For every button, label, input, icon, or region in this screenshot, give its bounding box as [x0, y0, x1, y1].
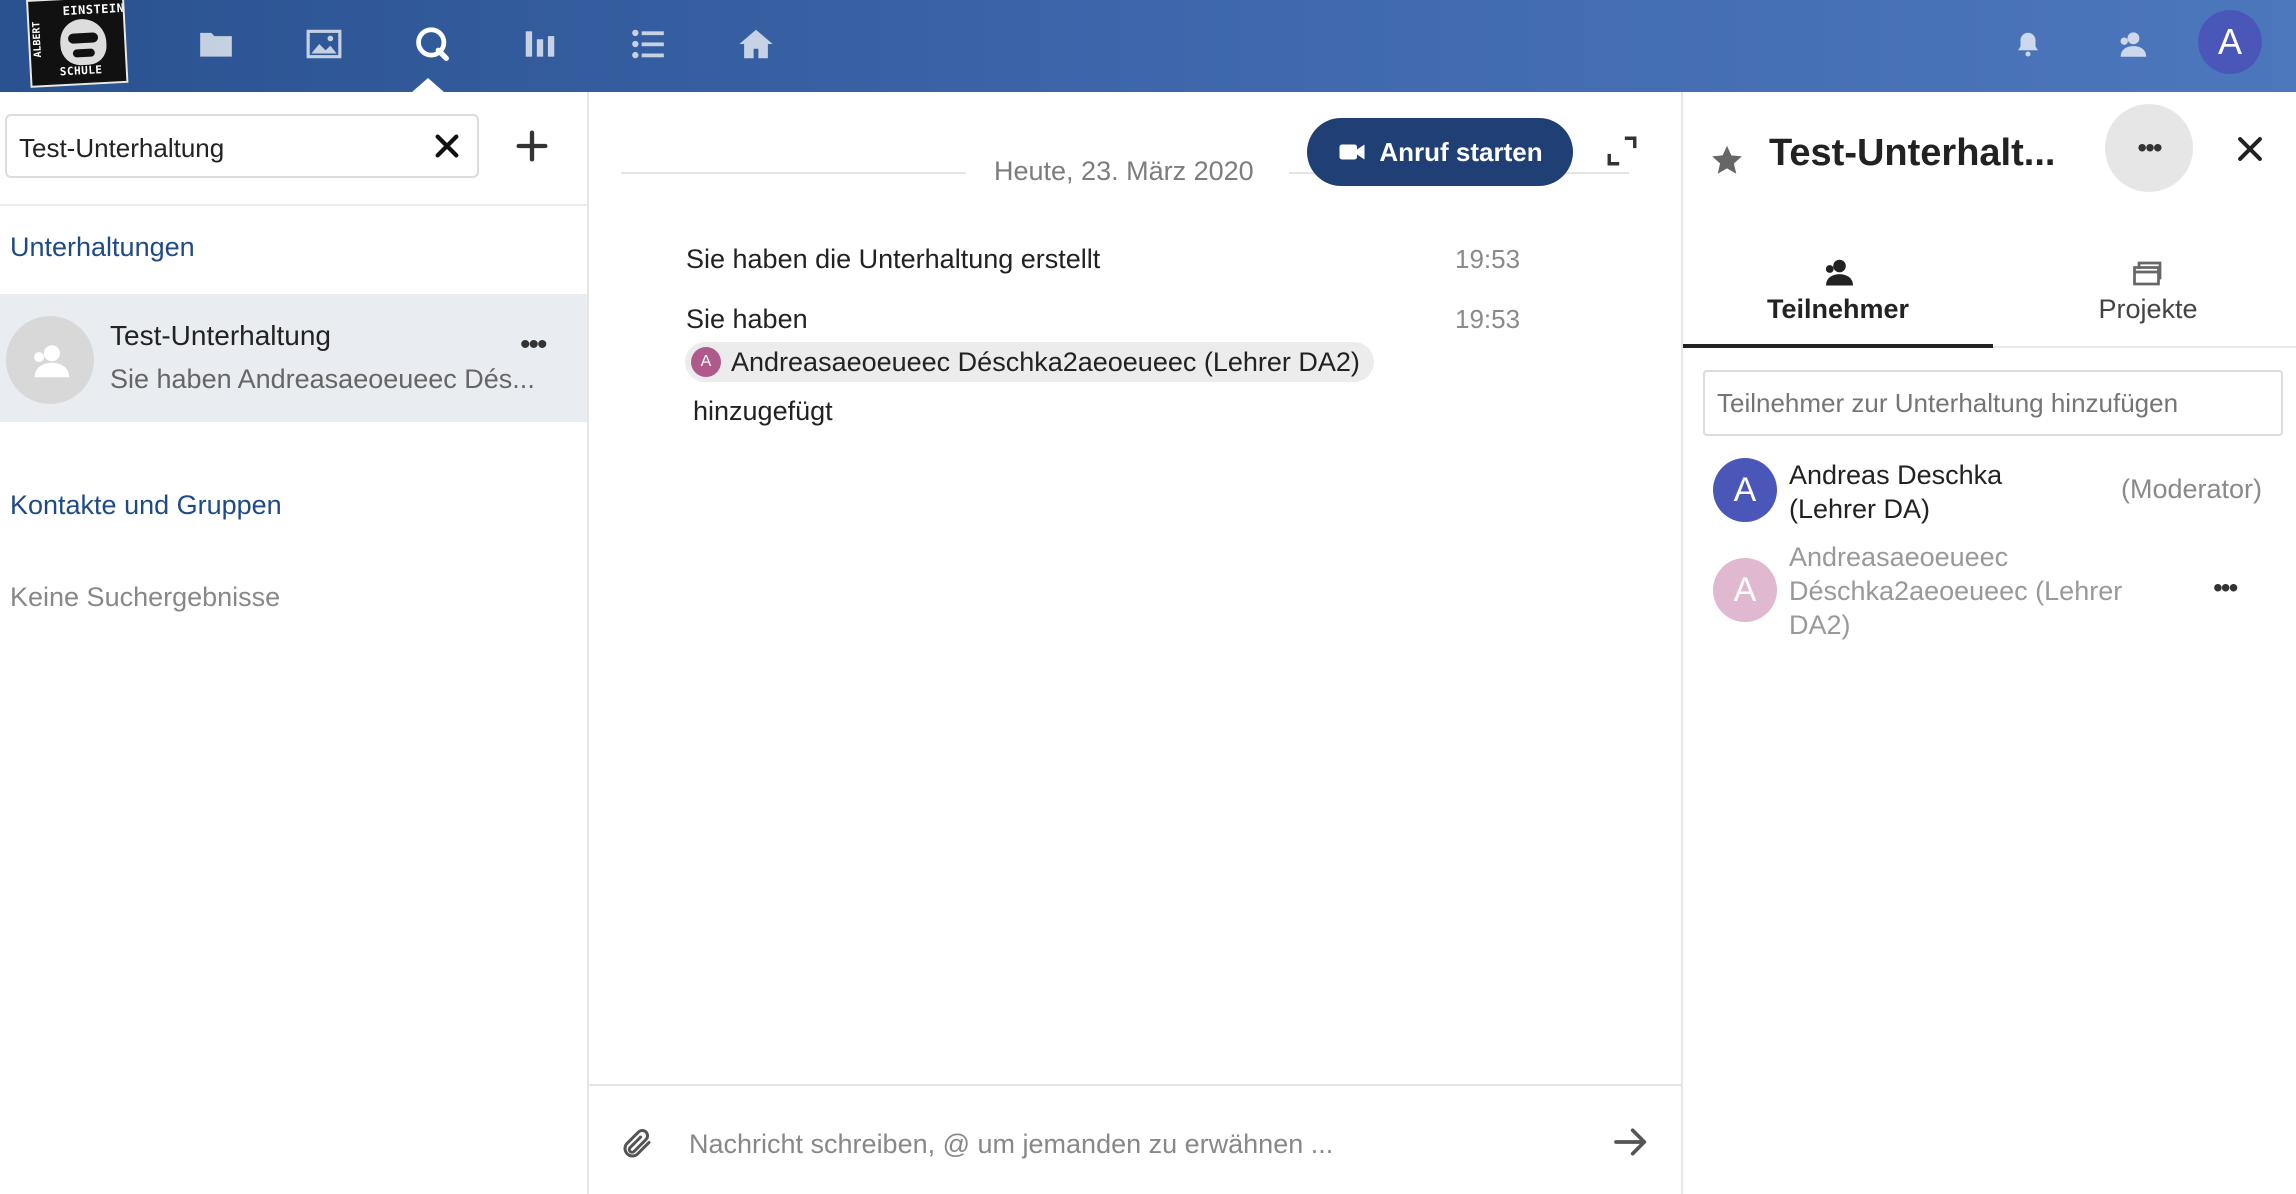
clear-search-close-icon[interactable]: [431, 130, 463, 162]
participant-avatar[interactable]: A: [1713, 458, 1777, 522]
logo-portrait-icon: [59, 17, 108, 67]
tab-participants[interactable]: Teilnehmer: [1683, 254, 1993, 342]
image-icon: [306, 29, 342, 59]
date-separator-left-line: [621, 172, 966, 174]
list-icon: [632, 29, 664, 59]
folder-icon: [200, 32, 232, 57]
nav-active-indicator: [412, 78, 444, 92]
nav-activity-bar-chart-icon[interactable]: [518, 22, 562, 66]
mention-avatar: A: [691, 347, 721, 377]
participant-avatar-letter: A: [1733, 470, 1757, 509]
add-participant-input[interactable]: [1703, 370, 2283, 436]
message-text-before: Sie haben: [686, 304, 808, 334]
tab-projects[interactable]: Projekte: [1993, 254, 2296, 342]
video-camera-icon: [1339, 144, 1365, 160]
date-separator-label: Heute, 23. März 2020: [994, 156, 1254, 186]
search-input-value: Test-Unterhaltung: [19, 133, 225, 163]
conversation-avatar: [6, 316, 94, 404]
close-sidebar-close-icon[interactable]: [2233, 132, 2267, 166]
message-text-after: hinzugefügt: [693, 396, 833, 426]
notifications-bell-icon[interactable]: [2008, 24, 2048, 64]
message-text: Sie haben die Unterhaltung erstellt: [686, 244, 1101, 274]
new-conversation-plus-icon[interactable]: [512, 126, 552, 166]
top-header: EINSTEIN ALBERT SCHULE A: [0, 0, 2296, 92]
tab-projects-label: Projekte: [2098, 294, 2198, 324]
bell-icon: [2018, 32, 2038, 57]
start-call-button[interactable]: Anruf starten: [1307, 118, 1573, 186]
search-icon: [416, 27, 449, 61]
conversation-actions-more-icon[interactable]: •••: [2105, 104, 2193, 192]
composer-divider: [589, 1084, 1681, 1086]
conversation-name-title[interactable]: Test-Unterhalt...: [1769, 132, 2055, 175]
nav-files-folder-icon[interactable]: [194, 22, 238, 66]
start-call-label: Anruf starten: [1379, 136, 1543, 167]
participant-avatar[interactable]: A: [1713, 558, 1777, 622]
nav-tasks-list-icon[interactable]: [626, 22, 670, 66]
bar-chart-icon: [525, 31, 555, 57]
nav-home-icon[interactable]: [734, 22, 778, 66]
conversation-title: Test-Unterhaltung: [110, 320, 332, 351]
conversations-section-title: Unterhaltungen: [10, 232, 195, 262]
user-avatar[interactable]: A: [2198, 10, 2262, 74]
message-composer-input[interactable]: Nachricht schreiben, @ um jemanden zu er…: [689, 1122, 1549, 1166]
projects-icon: [2133, 261, 2162, 286]
mention-name: Andreasaeoeueec Déschka2aeoeueec (Lehrer…: [731, 346, 1360, 377]
conversation-last-message: Sie haben Andreasaeoeueec Dés...: [110, 364, 535, 394]
contacts-menu-icon[interactable]: [2110, 24, 2154, 64]
conversation-details-sidebar: Test-Unterhalt... ••• Teilnehmer Projekt…: [1681, 92, 2296, 1194]
conversation-search-input[interactable]: Test-Unterhaltung: [5, 114, 479, 178]
user-avatar-letter: A: [2217, 21, 2242, 62]
logo-bottom-text: SCHULE: [59, 63, 103, 79]
search-divider: [0, 204, 587, 206]
fullscreen-expand-icon[interactable]: [1605, 134, 1639, 168]
participants-icon: [1825, 259, 1853, 286]
logo-top-text: EINSTEIN: [62, 0, 125, 19]
conversation-item-test-unterhaltung[interactable]: Test-Unterhaltung Sie haben Andreasaeoeu…: [0, 294, 587, 422]
message-time: 19:53: [1455, 244, 1521, 274]
home-icon: [739, 29, 773, 59]
send-arrow-icon[interactable]: [1611, 1122, 1651, 1162]
tab-participants-label: Teilnehmer: [1766, 294, 1910, 324]
contacts-section-title: Kontakte und Gruppen: [10, 490, 282, 520]
participant-more-menu-icon[interactable]: •••: [2213, 572, 2238, 604]
user-mention-chip[interactable]: A Andreasaeoeueec Déschka2aeoeueec (Lehr…: [685, 342, 1374, 382]
nav-talk-search-icon[interactable]: [410, 22, 454, 66]
participant-avatar-letter: A: [1733, 570, 1757, 609]
chat-panel: Heute, 23. März 2020 Anruf starten Sie h…: [589, 92, 1681, 1194]
group-avatar-icon: [34, 345, 70, 378]
attachment-paperclip-icon[interactable]: [619, 1126, 655, 1162]
conversation-more-menu-icon[interactable]: •••: [520, 328, 547, 362]
message-time: 19:53: [1455, 304, 1521, 334]
logo-side-text: ALBERT: [31, 21, 45, 58]
no-search-results-text: Keine Suchergebnisse: [10, 582, 281, 612]
active-tab-underline: [1683, 344, 1993, 348]
favorite-star-icon[interactable]: [1709, 142, 1745, 178]
participant-name[interactable]: Andreasaeoeueec Déschka2aeoeueec (Lehrer…: [1789, 540, 2169, 642]
participant-name[interactable]: Andreas Deschka (Lehrer DA): [1789, 458, 2039, 526]
nav-photos-image-icon[interactable]: [302, 22, 346, 66]
conversations-sidebar: Test-Unterhaltung Unterhaltungen Test-Un…: [0, 92, 589, 1194]
school-logo[interactable]: EINSTEIN ALBERT SCHULE: [26, 0, 129, 88]
participant-role-badge: (Moderator): [2121, 474, 2263, 504]
contacts-icon: [2120, 32, 2147, 57]
